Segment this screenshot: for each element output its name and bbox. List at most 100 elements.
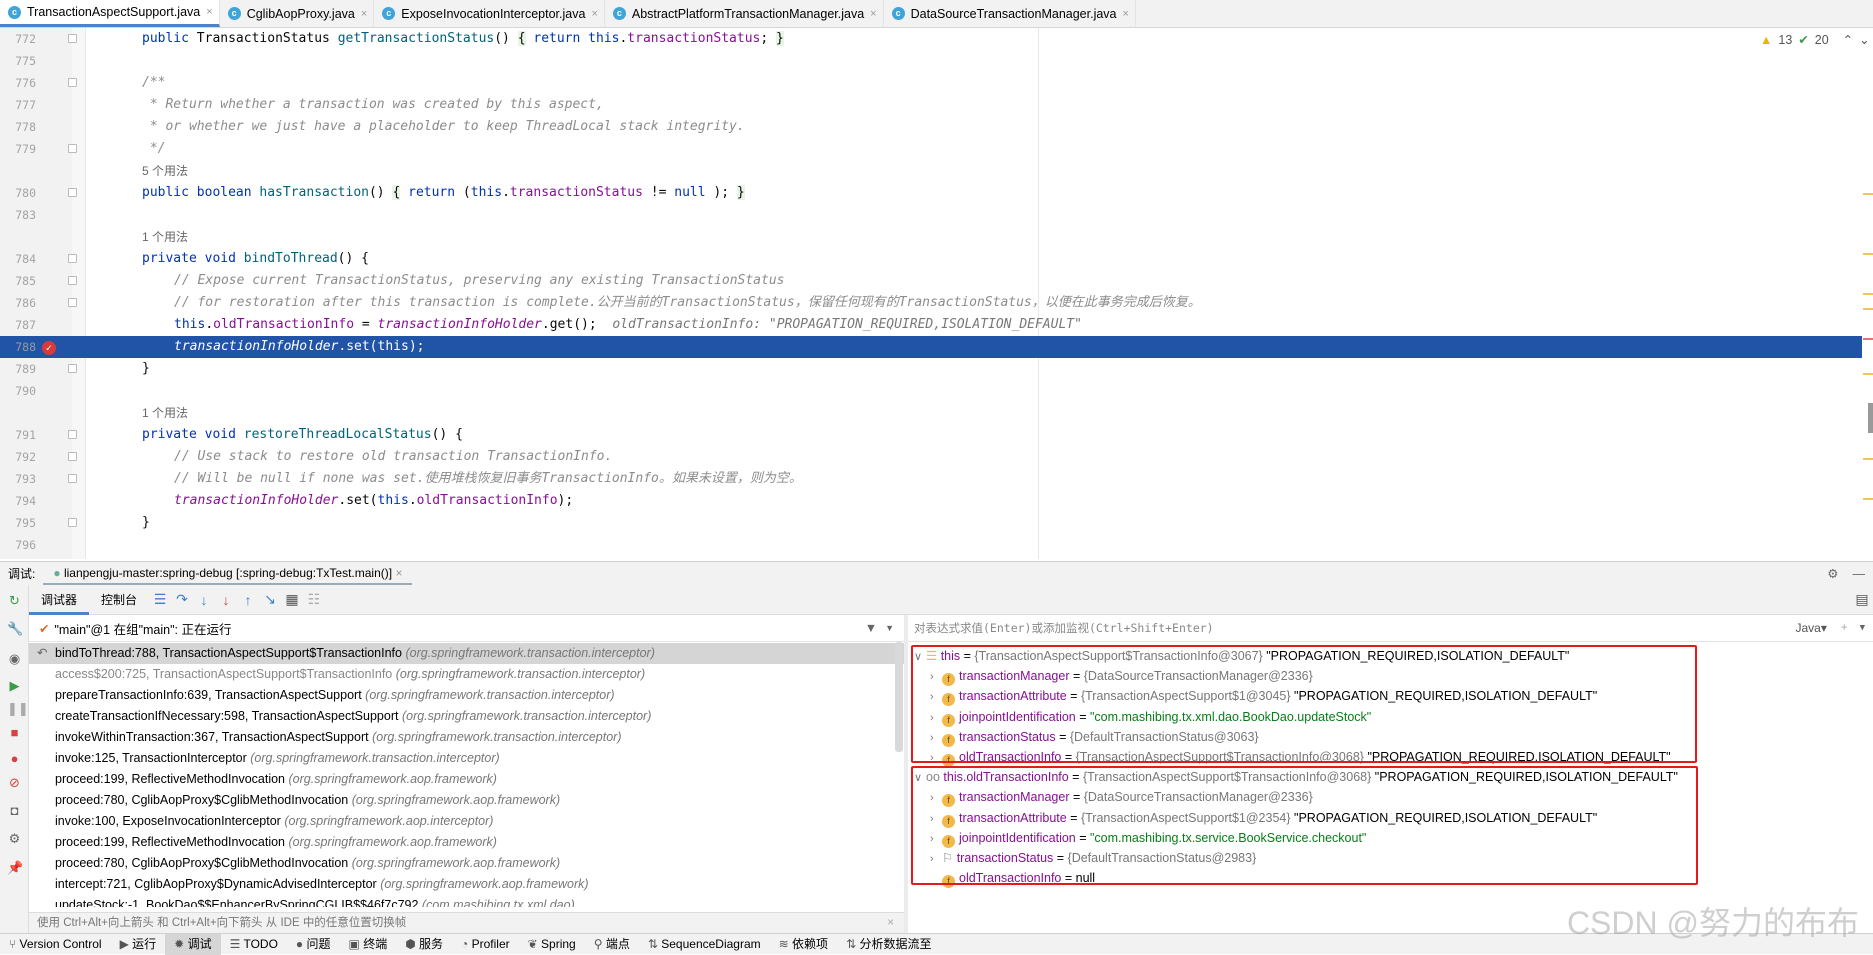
chevron-down-icon[interactable]: ▼ (885, 623, 894, 633)
stack-frame[interactable]: proceed:199, ReflectiveMethodInvocation … (29, 832, 904, 853)
settings-icon[interactable]: ⚙ (7, 831, 22, 846)
stack-frame[interactable]: createTransactionIfNecessary:598, Transa… (29, 706, 904, 727)
prev-highlight-button[interactable]: ⌃ (1843, 32, 1853, 47)
stack-frame[interactable]: updateStock:-1, BookDao$$EnhancerBySprin… (29, 895, 904, 907)
toolwindow-dependencies[interactable]: ≋ 依赖项 (770, 934, 837, 955)
code-text[interactable]: transactionInfoHolder.set(this); (174, 336, 424, 358)
fold-marker-icon[interactable] (68, 298, 77, 307)
filter-icon[interactable]: ▼ (865, 621, 877, 635)
toolwindow-problems[interactable]: ● 问题 (287, 934, 340, 955)
fold-marker-icon[interactable] (68, 188, 77, 197)
breakpoint-icon[interactable]: ✓ (42, 341, 56, 355)
code-text[interactable]: // Expose current TransactionStatus, pre… (174, 270, 784, 292)
fold-marker-icon[interactable] (68, 364, 77, 373)
eye-icon[interactable]: ◉ (7, 651, 22, 666)
layout-icon[interactable]: ☰ (149, 591, 171, 608)
tab-cglibaopproxy[interactable]: cCglibAopProxy.java× (220, 0, 375, 27)
minimize-icon[interactable]: — (1853, 567, 1873, 581)
close-icon[interactable]: × (1123, 8, 1129, 20)
editor-scrollbar[interactable] (1861, 28, 1873, 559)
stop-icon[interactable]: ■ (7, 725, 22, 740)
stack-frame[interactable]: proceed:780, CglibAopProxy$CglibMethodIn… (29, 790, 904, 811)
tab-transactionaspectsupport[interactable]: cTransactionAspectSupport.java× (0, 0, 220, 27)
frames-scrollbar[interactable] (895, 642, 903, 752)
code-text[interactable]: // Use stack to restore old transaction … (174, 446, 612, 468)
code-editor[interactable]: 772public TransactionStatus getTransacti… (0, 28, 1873, 559)
stack-frame[interactable]: prepareTransactionInfo:639, TransactionA… (29, 685, 904, 706)
toolwindow-run[interactable]: ▶ 运行 (111, 934, 166, 955)
code-text[interactable]: public boolean hasTransaction() { return… (142, 182, 745, 204)
stack-frame[interactable]: ↶ bindToThread:788, TransactionAspectSup… (29, 643, 904, 664)
fold-marker-icon[interactable] (68, 276, 77, 285)
fold-marker-icon[interactable] (68, 452, 77, 461)
toolwindow-services[interactable]: ⬢ 服务 (396, 934, 452, 955)
fold-marker-icon[interactable] (68, 144, 77, 153)
toolwindow-vcs[interactable]: ⑂ Version Control (0, 934, 111, 955)
rerun-icon[interactable]: ↻ (7, 593, 22, 608)
close-icon[interactable]: × (870, 8, 876, 20)
code-text[interactable]: // Will be null if none was set.使用堆栈恢复旧事… (174, 468, 802, 490)
camera-icon[interactable]: ◘ (7, 803, 22, 818)
toolwindow-spring[interactable]: ❦ Spring (519, 934, 585, 955)
force-step-into-icon[interactable]: ↓ (215, 592, 237, 608)
fold-marker-icon[interactable] (68, 518, 77, 527)
code-text[interactable]: private void bindToThread() { (142, 248, 369, 270)
code-text[interactable]: } (142, 358, 150, 380)
code-text[interactable]: */ (142, 138, 165, 160)
tab-abstractplatformtransactionmanager[interactable]: cAbstractPlatformTransactionManager.java… (605, 0, 884, 27)
code-text[interactable]: } (142, 512, 150, 534)
mute-breakpoints-icon[interactable]: ⊘ (7, 775, 22, 790)
debug-session-tab[interactable]: ● lianpengju-master:spring-debug [:sprin… (43, 562, 412, 586)
add-watch-icon[interactable]: + (1841, 622, 1848, 634)
fold-marker-icon[interactable] (68, 78, 77, 87)
fold-marker-icon[interactable] (68, 474, 77, 483)
step-over-icon[interactable]: ↷ (171, 591, 193, 608)
tab-debugger[interactable]: 调试器 (29, 585, 89, 615)
step-into-icon[interactable]: ↓ (193, 592, 215, 608)
step-out-icon[interactable]: ↑ (237, 592, 259, 608)
code-text[interactable]: this.oldTransactionInfo = transactionInf… (174, 314, 1082, 336)
code-text[interactable]: * Return whether a transaction was creat… (142, 94, 604, 116)
tab-datasourcetransactionmanager[interactable]: cDataSourceTransactionManager.java× (884, 0, 1136, 27)
view-breakpoints-icon[interactable]: ● (7, 751, 22, 766)
toolwindow-endpoints[interactable]: ⚲ 端点 (585, 934, 639, 955)
close-icon[interactable]: × (591, 8, 597, 20)
fold-marker-icon[interactable] (68, 430, 77, 439)
stack-frame[interactable]: intercept:721, CglibAopProxy$DynamicAdvi… (29, 874, 904, 895)
code-text[interactable]: transactionInfoHolder.set(this.oldTransa… (174, 490, 573, 512)
toolwindow-sequence[interactable]: ⇅ SequenceDiagram (639, 934, 770, 955)
restore-layout-icon[interactable]: ▤ (1851, 591, 1873, 608)
stack-frame[interactable]: invoke:100, ExposeInvocationInterceptor … (29, 811, 904, 832)
fold-marker-icon[interactable] (68, 254, 77, 263)
evaluate-expression-input[interactable]: 对表达式求值(Enter)或添加监视(Ctrl+Shift+Enter) Jav… (908, 615, 1873, 642)
thread-selector[interactable]: ✔ "main"@1 在组"main": 正在运行 ▼ ▼ (29, 615, 904, 642)
toolwindow-profiler[interactable]: ◔ Profiler (452, 934, 519, 955)
tab-exposeinvocationinterceptor[interactable]: cExposeInvocationInterceptor.java× (374, 0, 605, 27)
code-text[interactable]: * or whether we just have a placeholder … (142, 116, 745, 138)
wrench-icon[interactable]: 🔧 (7, 621, 22, 636)
stack-frame[interactable]: access$200:725, TransactionAspectSupport… (29, 664, 904, 685)
close-icon[interactable]: × (395, 566, 402, 580)
stack-frame[interactable]: invoke:125, TransactionInterceptor (org.… (29, 748, 904, 769)
toolwindow-terminal[interactable]: ▣ 终端 (340, 934, 397, 955)
resume-icon[interactable]: ▶ (7, 678, 22, 693)
close-icon[interactable]: × (206, 6, 212, 18)
close-icon[interactable]: × (887, 913, 894, 934)
gear-icon[interactable]: ⚙ (1827, 566, 1852, 581)
pin-icon[interactable]: 📌 (7, 860, 22, 875)
code-text[interactable]: /** (142, 72, 165, 94)
code-text[interactable]: private void restoreThreadLocalStatus() … (142, 424, 463, 446)
stack-frame[interactable]: proceed:199, ReflectiveMethodInvocation … (29, 769, 904, 790)
stack-frame[interactable]: proceed:780, CglibAopProxy$CglibMethodIn… (29, 853, 904, 874)
toolwindow-debug[interactable]: ✹ 调试 (165, 934, 220, 955)
stack-frame[interactable]: invokeWithinTransaction:367, Transaction… (29, 727, 904, 748)
trace-icon[interactable]: ☷ (303, 591, 325, 608)
tab-console[interactable]: 控制台 (89, 585, 149, 615)
usage-count-link[interactable]: 5 个用法 (142, 160, 188, 182)
pause-icon[interactable]: ❚❚ (7, 701, 22, 716)
usage-count-link[interactable]: 1 个用法 (142, 402, 188, 424)
toolwindow-todo[interactable]: ☰ TODO (221, 934, 287, 955)
usage-count-link[interactable]: 1 个用法 (142, 226, 188, 248)
language-dropdown[interactable]: Java▾ (1795, 621, 1826, 635)
close-icon[interactable]: × (361, 8, 367, 20)
